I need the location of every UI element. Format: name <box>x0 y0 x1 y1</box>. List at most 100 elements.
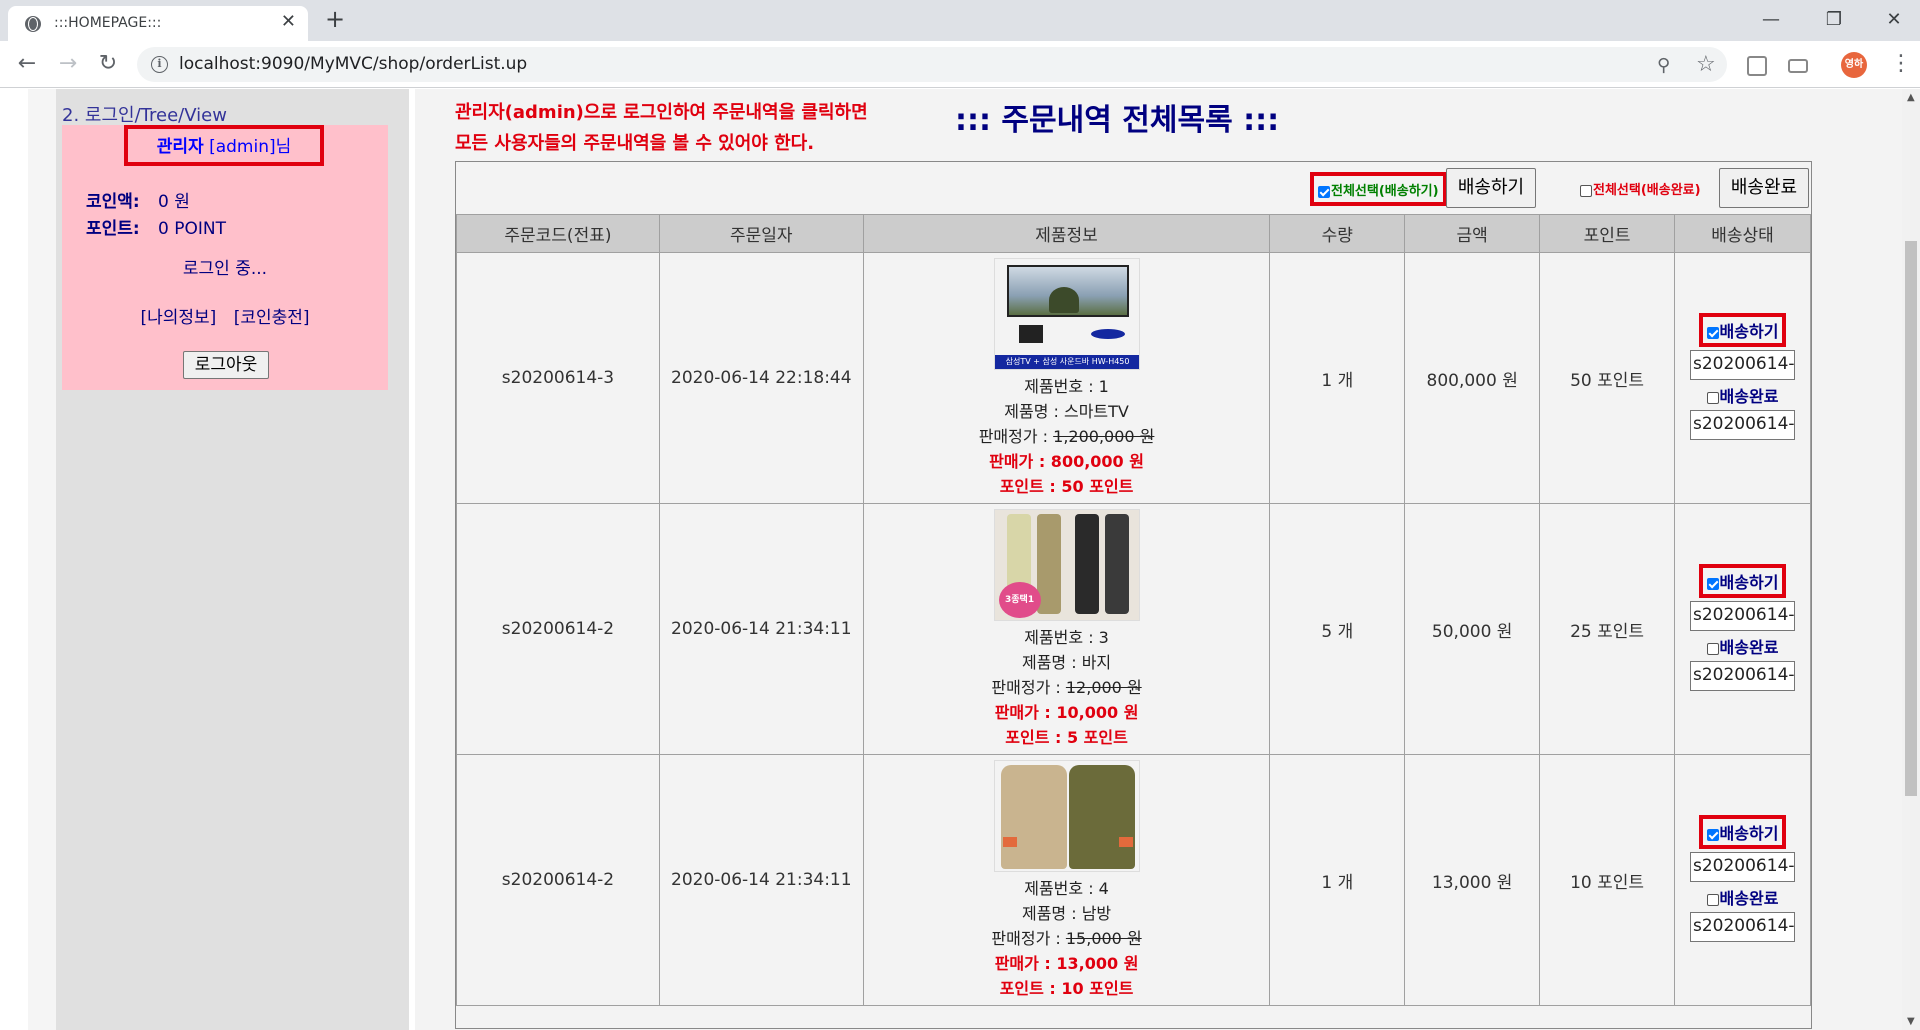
product-number: 제품번호 : 3 <box>1024 627 1109 647</box>
order-amount: 50,000 원 <box>1404 503 1541 755</box>
minimize-icon[interactable]: — <box>1748 4 1794 36</box>
point-row: 포인트: 0 POINT <box>86 214 226 239</box>
login-info-box: 관리자 [admin]님 코인액: 0 원 포인트: 0 POINT 로그인 중..… <box>62 125 388 390</box>
done-code-input[interactable]: s20200614-3 <box>1690 410 1795 440</box>
order-date: 2020-06-14 22:18:44 <box>658 252 864 504</box>
checkbox-unchecked-icon[interactable] <box>1706 391 1719 404</box>
ship-button[interactable]: 배송하기 <box>1446 168 1536 208</box>
checkbox-checked-icon[interactable] <box>1706 828 1719 841</box>
list-price: 12,000 원 <box>1065 677 1142 697</box>
order-points: 25 포인트 <box>1539 503 1675 755</box>
point-value: 0 POINT <box>158 219 226 239</box>
order-date: 2020-06-14 21:34:11 <box>658 503 864 755</box>
page-scrollbar[interactable]: ▲ ▼ <box>1902 89 1920 1030</box>
done-button[interactable]: 배송완료 <box>1719 168 1809 208</box>
new-tab-icon[interactable]: + <box>325 6 345 32</box>
my-links: [나의정보] [코인충전] <box>62 303 388 328</box>
ship-code-input[interactable]: s20200614-2 <box>1690 601 1795 631</box>
close-tab-icon[interactable]: ✕ <box>281 12 296 32</box>
page-viewport: 2. 로그인/Tree/View 관리자 [admin]님 코인액: 0 원 포인… <box>0 89 1902 1030</box>
omnibox[interactable]: i localhost:9090/MyMVC/shop/orderList.up… <box>137 47 1727 82</box>
scroll-up-icon[interactable]: ▲ <box>1907 92 1915 103</box>
browser-tabbar: :::HOMEPAGE::: ✕ + — ❐ ✕ <box>0 0 1920 41</box>
order-points: 10 포인트 <box>1539 754 1675 1006</box>
product-name: 제품명 : 바지 <box>1021 652 1112 672</box>
order-date: 2020-06-14 21:34:11 <box>658 754 864 1006</box>
shirt-cuff-graphic <box>1118 836 1133 847</box>
ship-code-input[interactable]: s20200614-2 <box>1690 852 1795 882</box>
select-all-done-label: 전체선택(배송완료) <box>1593 183 1701 198</box>
select-all-done-checkbox[interactable]: 전체선택(배송완료) <box>1580 179 1701 198</box>
info-icon[interactable]: i <box>151 56 168 73</box>
table-row: s20200614-3 2020-06-14 22:18:44 삼성TV + 삼… <box>456 252 1811 504</box>
order-code[interactable]: s20200614-2 <box>456 754 660 1006</box>
product-info: 삼성TV + 삼성 사운드바 HW-H450 제품번호 : 1 제품명 : 스마… <box>862 252 1271 504</box>
done-checkbox[interactable]: 배송완료 <box>1675 634 1810 658</box>
pants-graphic <box>1104 513 1129 614</box>
address-bar: ← → ↻ i localhost:9090/MyMVC/shop/orderL… <box>0 41 1920 88</box>
ship-checkbox[interactable]: 배송하기 <box>1698 313 1787 347</box>
product-image-pants: 3종택1 <box>993 508 1140 621</box>
product-info: 3종택1 제품번호 : 3 제품명 : 바지 판매정가 : 12,000 원 판… <box>862 503 1271 755</box>
product-image-caption: 삼성TV + 삼성 사운드바 HW-H450 <box>994 354 1139 369</box>
login-tree-view-link[interactable]: 2. 로그인/Tree/View <box>62 101 227 127</box>
order-toolbar: 전체선택(배송하기) 배송하기 전체선택(배송완료) 배송완료 <box>456 162 1811 214</box>
col-header-point: 포인트 <box>1539 214 1675 253</box>
shirt-graphic <box>1068 764 1135 869</box>
restore-icon[interactable]: ❐ <box>1811 4 1857 36</box>
forward-icon[interactable]: → <box>53 49 83 79</box>
list-price-label: 판매정가 : <box>991 677 1066 697</box>
product-number: 제품번호 : 4 <box>1024 878 1109 898</box>
my-info-link[interactable]: [나의정보] <box>140 308 216 328</box>
order-qty: 1 개 <box>1269 252 1406 504</box>
checkbox-checked-icon[interactable] <box>1318 185 1330 198</box>
tv-tree-graphic <box>1048 286 1079 313</box>
url-text[interactable]: localhost:9090/MyMVC/shop/orderList.up <box>179 54 527 74</box>
table-row: s20200614-2 2020-06-14 21:34:11 3종택1 제품번… <box>456 503 1811 755</box>
done-code-input[interactable]: s20200614-2 <box>1690 661 1795 691</box>
checkbox-unchecked-icon[interactable] <box>1706 642 1719 655</box>
select-all-ship-checkbox[interactable]: 전체선택(배송하기) <box>1310 172 1447 206</box>
login-status: 로그인 중... <box>182 259 268 279</box>
profile-avatar[interactable]: 영하 <box>1841 52 1867 78</box>
checkbox-checked-icon[interactable] <box>1706 577 1719 590</box>
done-label: 배송완료 <box>1719 387 1779 406</box>
extension-icon[interactable] <box>1747 56 1767 76</box>
coin-charge-link[interactable]: [코인충전] <box>234 308 310 328</box>
checkbox-checked-icon[interactable] <box>1706 326 1719 339</box>
done-checkbox[interactable]: 배송완료 <box>1675 885 1810 909</box>
done-checkbox[interactable]: 배송완료 <box>1675 383 1810 407</box>
logout-button[interactable]: 로그아웃 <box>183 351 269 379</box>
globe-icon <box>25 16 41 32</box>
order-amount: 800,000 원 <box>1404 252 1541 504</box>
order-qty: 1 개 <box>1269 754 1406 1006</box>
order-code[interactable]: s20200614-3 <box>456 252 660 504</box>
scrollbar-thumb[interactable] <box>1905 241 1917 796</box>
point-label: 포인트: <box>86 219 140 239</box>
product-point: 포인트 : 5 포인트 <box>1005 727 1128 747</box>
zoom-icon[interactable]: ⚲ <box>1657 55 1670 76</box>
bookmark-star-icon[interactable]: ☆ <box>1696 52 1716 77</box>
back-icon[interactable]: ← <box>12 49 42 79</box>
reload-icon[interactable]: ↻ <box>93 49 123 79</box>
order-amount: 13,000 원 <box>1404 754 1541 1006</box>
product-name: 제품명 : 스마트TV <box>1004 401 1129 421</box>
list-price-label: 판매정가 : <box>991 928 1066 948</box>
browser-tab[interactable]: :::HOMEPAGE::: ✕ <box>8 6 308 41</box>
browser-menu-icon[interactable]: ⋮ <box>1890 50 1912 78</box>
shirt-cuff-graphic <box>1002 836 1017 847</box>
checkbox-unchecked-icon[interactable] <box>1580 184 1592 197</box>
scroll-down-icon[interactable]: ▼ <box>1907 1016 1915 1027</box>
ship-code-input[interactable]: s20200614-3 <box>1690 350 1795 380</box>
ship-checkbox[interactable]: 배송하기 <box>1698 815 1787 849</box>
ship-checkbox[interactable]: 배송하기 <box>1698 564 1787 598</box>
select-all-ship-label: 전체선택(배송하기) <box>1331 184 1439 199</box>
table-header-row: 주문코드(전표) 주문일자 제품정보 수량 금액 포인트 배송상태 <box>456 214 1811 253</box>
window-close-icon[interactable]: ✕ <box>1871 4 1917 36</box>
checkbox-unchecked-icon[interactable] <box>1706 893 1719 906</box>
coin-label: 코인액: <box>86 192 140 212</box>
order-code[interactable]: s20200614-2 <box>456 503 660 755</box>
cast-icon[interactable] <box>1788 59 1808 73</box>
done-code-input[interactable]: s20200614-2 <box>1690 912 1795 942</box>
product-image-caption: 3종택1 <box>998 581 1041 618</box>
